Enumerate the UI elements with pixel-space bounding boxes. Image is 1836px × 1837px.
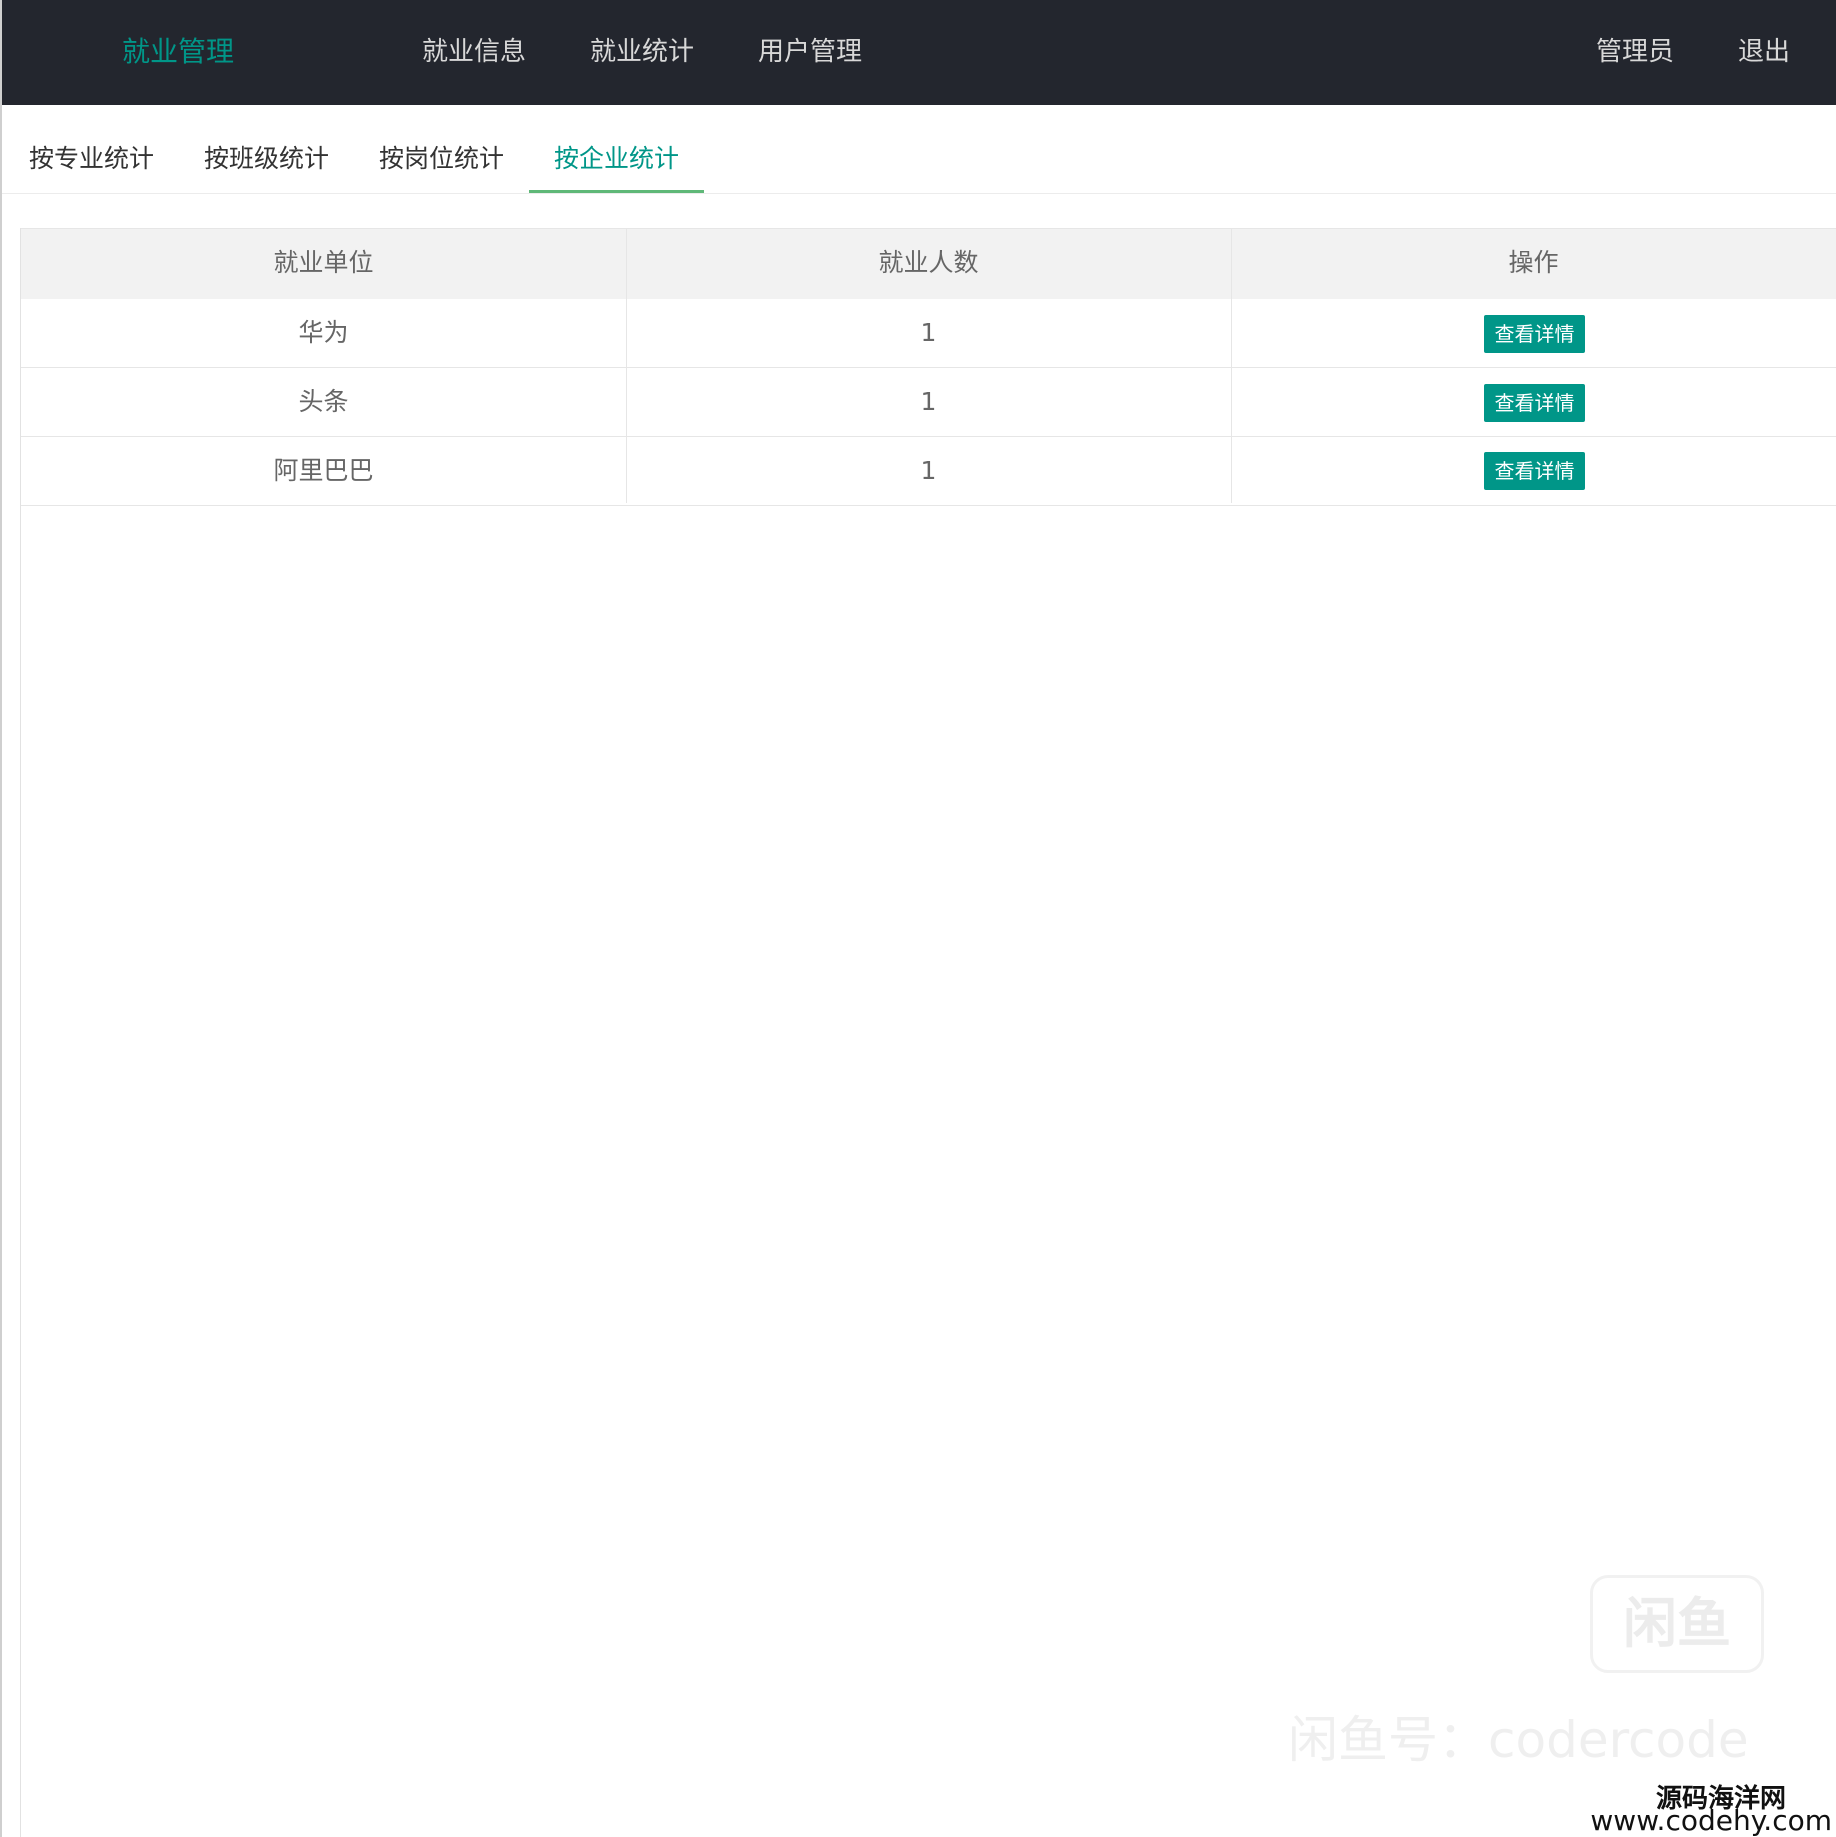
table-row: 华为 1 查看详情 xyxy=(21,299,1836,368)
table-header-row: 就业单位 就业人数 操作 xyxy=(21,228,1836,300)
top-header: 就业管理 就业信息 就业统计 用户管理 管理员 退出 xyxy=(2,0,1836,105)
header-action: 操作 xyxy=(1508,248,1559,277)
column-divider xyxy=(1231,228,1232,503)
header-company: 就业单位 xyxy=(273,248,374,277)
count-cell: 1 xyxy=(920,318,937,347)
table-row: 头条 1 查看详情 xyxy=(21,368,1836,437)
header-count: 就业人数 xyxy=(878,248,979,277)
logout-link[interactable]: 退出 xyxy=(1738,32,1790,72)
app-logo[interactable]: 就业管理 xyxy=(122,32,234,72)
active-tab-indicator xyxy=(529,190,704,193)
window-edge xyxy=(0,0,2,1837)
view-details-button[interactable]: 查看详情 xyxy=(1484,384,1585,422)
view-details-button[interactable]: 查看详情 xyxy=(1484,452,1585,490)
page: 就业管理 就业信息 就业统计 用户管理 管理员 退出 按专业统计 按班级统计 按… xyxy=(0,0,1836,1837)
nav-employment-info[interactable]: 就业信息 xyxy=(422,32,526,72)
table-row: 阿里巴巴 1 查看详情 xyxy=(21,437,1836,506)
site-watermark-url: www.codehy.com xyxy=(1590,1804,1832,1837)
tab-by-position[interactable]: 按岗位统计 xyxy=(379,141,504,177)
xianyu-watermark-logo: 闲鱼 xyxy=(1590,1575,1764,1673)
admin-user-menu[interactable]: 管理员 xyxy=(1596,32,1674,72)
company-cell: 华为 xyxy=(298,318,349,347)
tab-by-class[interactable]: 按班级统计 xyxy=(204,141,329,177)
nav-user-management[interactable]: 用户管理 xyxy=(758,32,862,72)
column-divider xyxy=(626,228,627,503)
stats-tab-bar: 按专业统计 按班级统计 按岗位统计 按企业统计 xyxy=(2,105,1836,194)
nav-employment-stats[interactable]: 就业统计 xyxy=(590,32,694,72)
count-cell: 1 xyxy=(920,456,937,485)
tab-by-major[interactable]: 按专业统计 xyxy=(29,141,154,177)
xianyu-watermark-text: 闲鱼号：codercode xyxy=(1288,1711,1749,1769)
tab-by-company[interactable]: 按企业统计 xyxy=(554,141,679,177)
company-cell: 头条 xyxy=(298,387,349,416)
count-cell: 1 xyxy=(920,387,937,416)
view-details-button[interactable]: 查看详情 xyxy=(1484,315,1585,353)
company-cell: 阿里巴巴 xyxy=(273,456,374,485)
